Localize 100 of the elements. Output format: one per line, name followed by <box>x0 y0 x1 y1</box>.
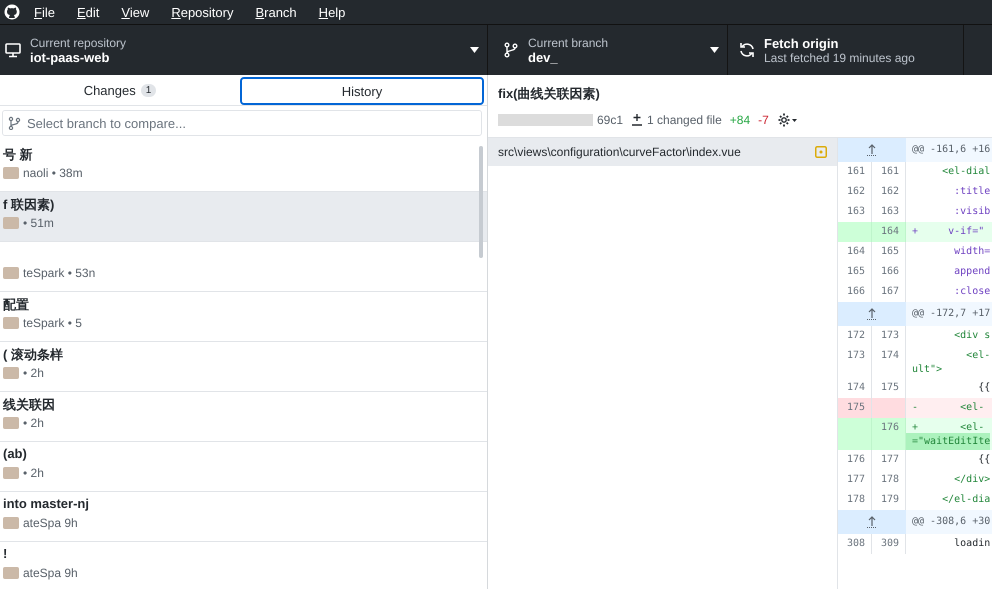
line-number: 164 <box>838 242 872 262</box>
menu-item[interactable]: Edit <box>76 4 100 20</box>
avatar <box>3 567 19 579</box>
sync-icon <box>738 41 756 59</box>
line-number: 161 <box>872 162 906 182</box>
line-number: 176 <box>872 418 906 450</box>
fetch-button[interactable]: Fetch origin Last fetched 19 minutes ago <box>728 25 964 75</box>
branch-icon <box>502 41 520 59</box>
commit-title: f 联因素) <box>3 197 54 212</box>
expand-button[interactable] <box>838 302 906 326</box>
avatar <box>3 417 19 429</box>
commit-meta: ateSpa 9h <box>23 566 78 580</box>
github-logo-icon <box>4 4 20 20</box>
hunk-header: @@ -161,6 +16 <box>911 143 990 157</box>
toolbar-subtitle: Last fetched 19 minutes ago <box>764 50 916 64</box>
menu-item[interactable]: Branch <box>255 4 297 20</box>
line-number: 177 <box>838 470 872 490</box>
commit-meta: • 2h <box>23 416 44 430</box>
commit-item[interactable]: ! ateSpa 9h <box>0 542 487 589</box>
line-number: 309 <box>872 534 906 554</box>
commit-item[interactable]: 配置 teSpark • 5 <box>0 292 487 342</box>
code-line: {{ <box>977 453 992 467</box>
modified-icon <box>815 146 827 158</box>
commit-title: (ab) <box>3 446 27 461</box>
commit-item[interactable]: teSpark • 53n <box>0 242 487 292</box>
line-number: 172 <box>838 326 872 346</box>
line-number: 176 <box>838 450 872 470</box>
code-line: <div s <box>953 329 992 343</box>
commit-title: 线关联因 <box>3 397 55 412</box>
line-number: 161 <box>838 162 872 182</box>
commit-meta: • 2h <box>23 466 44 480</box>
expand-button[interactable] <box>838 510 906 534</box>
file-item[interactable]: src\views\configuration\curveFactor\index.vue <box>488 138 837 166</box>
line-number: 162 <box>838 182 872 202</box>
menu-item[interactable]: Repository <box>171 4 234 20</box>
menu-item[interactable]: Help <box>318 4 346 20</box>
code-line: ult"> <box>911 363 944 377</box>
commit-meta: teSpark • 53n <box>23 266 96 280</box>
commit-meta: teSpark • 5 <box>23 316 82 330</box>
avatar <box>3 267 19 279</box>
code-line: {{ <box>977 381 992 395</box>
commit-meta: naoli • 38m <box>23 166 83 180</box>
line-number: 165 <box>872 242 906 262</box>
code-line: </div> <box>953 473 992 487</box>
toolbar-label: Current repository <box>30 36 128 50</box>
count-badge: 1 <box>140 84 156 96</box>
branch-compare-field[interactable]: Select branch to compare... <box>2 110 482 136</box>
menu-item[interactable]: File <box>34 4 55 20</box>
avatar <box>3 317 19 329</box>
hunk-header: @@ -172,7 +17 <box>911 307 990 321</box>
code-line: :visib <box>953 205 992 219</box>
toolbar-title: Fetch origin <box>764 36 840 50</box>
avatar <box>3 467 19 479</box>
branch-icon <box>7 116 21 130</box>
avatar <box>3 517 19 529</box>
commit-item[interactable]: 线关联因 • 2h <box>0 392 487 442</box>
changed-files-count: 1 changed file <box>647 113 722 127</box>
line-number: 174 <box>872 346 906 378</box>
line-number: 173 <box>872 326 906 346</box>
commit-meta: • 51m <box>23 216 54 230</box>
commit-sha: 69c1 <box>597 113 624 127</box>
commit-item[interactable]: f 联因素) • 51m <box>0 192 487 242</box>
commit-item[interactable]: ( 滚动条样 • 2h <box>0 342 487 392</box>
code-line: <el- <box>965 349 992 361</box>
expand-icon <box>865 308 879 320</box>
commit-title: 配置 <box>3 297 29 312</box>
additions-count: +84 <box>730 113 750 127</box>
expand-icon <box>865 516 879 528</box>
settings-button[interactable] <box>776 112 797 128</box>
toolbar-value: iot-paas-web <box>30 50 110 64</box>
code-line: - <el- <box>911 401 986 415</box>
line-number: 308 <box>838 534 872 554</box>
menu-item[interactable]: View <box>121 4 150 20</box>
code-line: width= <box>953 245 992 259</box>
avatar <box>3 167 19 179</box>
code-line: <el-dial <box>941 165 992 179</box>
file-path: src\views\configuration\curveFactor\index.vue <box>498 145 742 159</box>
line-number: 177 <box>872 450 906 470</box>
code-line: :title <box>953 185 992 199</box>
line-number: 178 <box>872 470 906 490</box>
caret-icon <box>710 47 719 53</box>
toolbar-label: Current branch <box>528 36 610 50</box>
commit-meta: ateSpa 9h <box>23 516 78 530</box>
code-line: </el-dia <box>941 493 992 507</box>
hunk-header: @@ -308,6 +30 <box>911 515 990 529</box>
deletions-count: -7 <box>758 113 769 127</box>
monitor-icon <box>4 41 22 59</box>
line-number: 175 <box>838 398 872 418</box>
tab[interactable]: History <box>240 77 484 105</box>
commit-title: into master-nj <box>3 496 89 511</box>
commit-item[interactable]: into master-nj ateSpa 9h <box>0 492 487 542</box>
toolbar-value: dev_ <box>528 50 559 64</box>
code-line: append <box>953 265 992 279</box>
commit-title: 号 新 <box>3 147 33 162</box>
branch-button[interactable]: Current branch dev_ <box>488 25 728 75</box>
code-line: :close <box>953 285 992 299</box>
scrollbar[interactable] <box>479 146 483 258</box>
code-line: loadin <box>953 537 992 551</box>
expand-button[interactable] <box>838 138 906 162</box>
commit-item[interactable]: (ab) • 2h <box>0 442 487 492</box>
